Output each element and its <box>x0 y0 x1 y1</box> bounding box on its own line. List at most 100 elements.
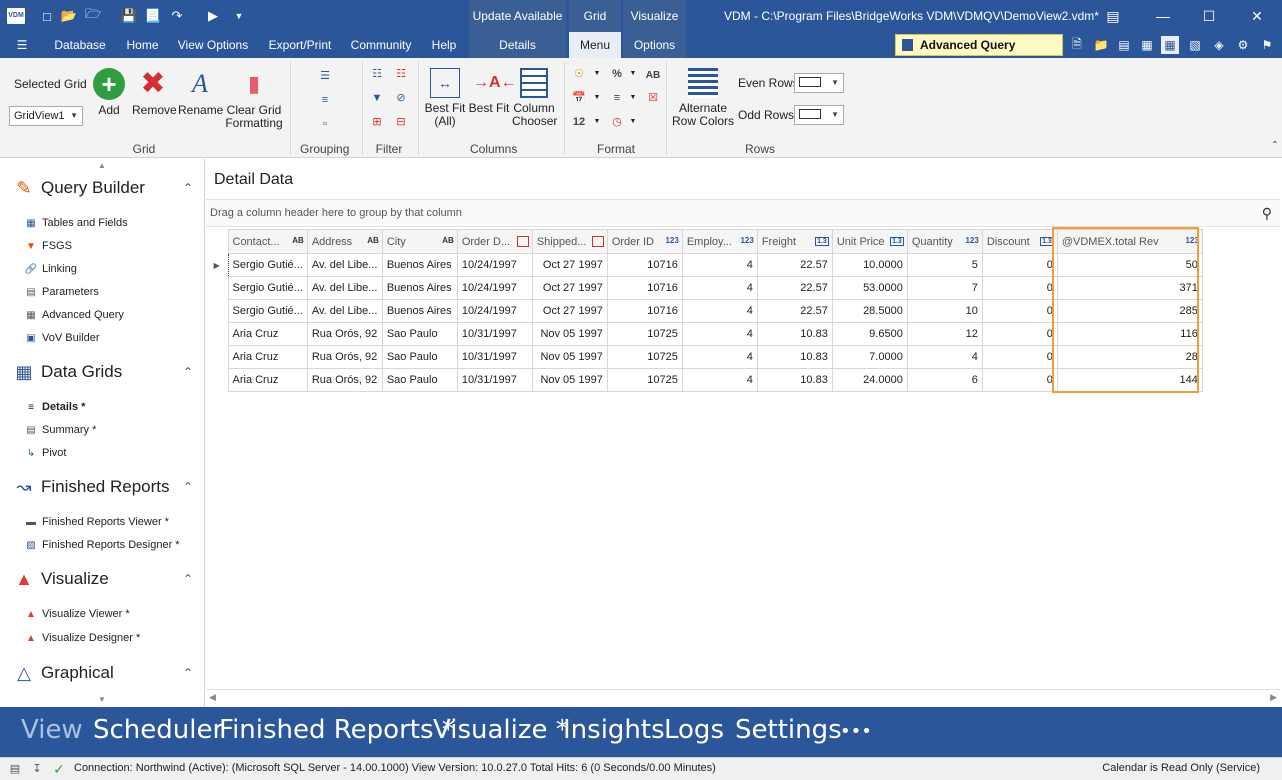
table-cell[interactable]: 28.5000 <box>831 299 908 323</box>
minimize-button[interactable]: — <box>1140 0 1186 32</box>
row-indicator[interactable] <box>206 300 228 323</box>
nav-item-advanced-query[interactable]: ▦ Advanced Query <box>24 305 124 325</box>
maximize-button[interactable]: ☐ <box>1186 0 1232 32</box>
close-button[interactable]: ✕ <box>1234 0 1280 32</box>
table-row[interactable]: Sergio Gutié... Av. del Libe... Buenos Air… <box>206 276 1203 300</box>
table-cell[interactable]: 22.57 <box>756 299 833 323</box>
nav-item-visualize-designer[interactable]: ▲ Visualize Designer * <box>24 628 140 648</box>
menu-community[interactable]: Community <box>348 32 414 58</box>
new-file-icon[interactable]: □ <box>38 7 56 25</box>
filter-icon[interactable]: ▼ <box>368 90 386 106</box>
clear-grid-formatting-button[interactable]: ▮ Clear Grid Formatting <box>224 68 284 130</box>
menu-help[interactable]: Help <box>424 32 464 58</box>
table-cell[interactable]: 10.83 <box>756 368 833 392</box>
new-doc-icon[interactable]: 🗎 <box>1068 36 1086 54</box>
table-cell[interactable]: 22.57 <box>756 276 833 300</box>
settings-gear-icon[interactable]: ⚙ <box>1234 36 1252 54</box>
table-icon[interactable]: ▧ <box>1186 36 1204 54</box>
menu-details[interactable]: Details <box>469 32 566 58</box>
scroll-right-icon[interactable]: ▶ <box>1270 692 1277 703</box>
table-cell[interactable]: 10716 <box>606 299 683 323</box>
table-cell[interactable]: Buenos Aires <box>381 276 458 300</box>
table-cell[interactable]: Sergio Gutié... <box>227 276 308 300</box>
chevron-up-icon[interactable]: ⌃ <box>181 365 195 379</box>
folder-icon[interactable]: 📁 <box>1092 36 1110 54</box>
column-header[interactable]: Order ID 123 <box>606 229 683 254</box>
table-cell[interactable]: Sergio Gutié... <box>227 299 308 323</box>
table-cell[interactable]: 10716 <box>606 253 683 277</box>
quick-access-dropdown-icon[interactable]: ▼ <box>230 7 248 25</box>
table-row[interactable]: Sergio Gutié... Av. del Libe... Buenos Air… <box>206 299 1203 323</box>
table-cell[interactable]: Nov 05 1997 <box>531 345 608 369</box>
grid-context-tab[interactable]: Grid <box>569 0 621 32</box>
table-cell[interactable]: 12 <box>906 322 983 346</box>
table-cell[interactable]: 10/24/1997 <box>456 299 533 323</box>
nav-item-pivot[interactable]: ↳ Pivot <box>24 443 67 463</box>
table-cell[interactable]: 10/31/1997 <box>456 345 533 369</box>
table-cell[interactable]: 0 <box>981 299 1058 323</box>
table-cell[interactable]: Rua Orós, 92 <box>306 368 383 392</box>
table-cell[interactable]: Aria Cruz <box>227 368 308 392</box>
chevron-up-icon[interactable]: ⌃ <box>181 666 195 680</box>
search-icon[interactable]: ⚲ <box>1262 205 1272 222</box>
nav-item-summary[interactable]: ▤ Summary * <box>24 420 96 440</box>
table-cell[interactable]: Sergio Gutié... <box>227 253 308 277</box>
update-available-tab[interactable]: Update Available <box>469 0 566 32</box>
table-cell[interactable]: 53.0000 <box>831 276 908 300</box>
table-cell[interactable]: 4 <box>681 322 758 346</box>
table-cell[interactable]: 7.0000 <box>831 345 908 369</box>
table-cell[interactable]: 10716 <box>606 276 683 300</box>
row-indicator[interactable] <box>206 323 228 346</box>
table-cell[interactable]: 10725 <box>606 322 683 346</box>
chevron-down-icon[interactable]: ▼ <box>588 90 606 106</box>
table-cell[interactable]: 10/24/1997 <box>456 276 533 300</box>
scroll-up-icon[interactable]: ▲ <box>98 161 106 170</box>
table-cell[interactable]: Nov 05 1997 <box>531 322 608 346</box>
nav-item-finished-reports-viewer[interactable]: ▬ Finished Reports Viewer * <box>24 512 169 532</box>
collapse-groups-icon[interactable]: ▫ <box>316 116 334 132</box>
table-cell[interactable]: 10.0000 <box>831 253 908 277</box>
save-as-icon[interactable]: 📃 <box>144 7 162 25</box>
column-header[interactable]: City AB <box>381 229 458 254</box>
menu-export-print[interactable]: Export/Print <box>262 32 338 58</box>
table-cell[interactable]: 9.6500 <box>831 322 908 346</box>
nav-section-graphical[interactable]: △ Graphical ⌃ <box>12 660 195 686</box>
tab-more[interactable]: ••• <box>840 721 872 742</box>
table-cell[interactable]: 4 <box>681 345 758 369</box>
table-cell[interactable]: 5 <box>906 253 983 277</box>
column-chooser-button[interactable]: Column Chooser <box>512 68 557 128</box>
clear-format-icon[interactable]: ☒ <box>644 90 662 106</box>
collapse-ribbon-icon[interactable]: ⌃ <box>1266 138 1282 154</box>
nav-section-finished-reports[interactable]: ↝ Finished Reports ⌃ <box>12 474 195 500</box>
nav-item-tables-and-fields[interactable]: ▦ Tables and Fields <box>24 213 127 233</box>
chevron-up-icon[interactable]: ⌃ <box>181 480 195 494</box>
clear-filter-icon[interactable]: ⊘ <box>392 90 410 106</box>
table-row[interactable]: Aria Cruz Rua Orós, 92 Sao Paulo 10/31/1997… <box>206 345 1203 369</box>
table-cell[interactable]: 0 <box>981 276 1058 300</box>
filter-clear-view-icon[interactable]: ☷ <box>392 66 410 82</box>
table-cell[interactable]: 4 <box>681 299 758 323</box>
advanced-query-badge[interactable]: Advanced Query Enabled <box>895 34 1063 72</box>
save-icon[interactable]: 💾 <box>120 7 138 25</box>
even-rows-color-dropdown[interactable]: ▼ <box>794 73 844 93</box>
scroll-left-icon[interactable]: ◀ <box>209 692 216 703</box>
tab-insights[interactable]: Insights <box>563 715 665 745</box>
table-cell[interactable]: 0 <box>981 253 1058 277</box>
odd-rows-color-dropdown[interactable]: ▼ <box>794 105 844 125</box>
row-indicator[interactable]: ▶ <box>206 254 228 277</box>
selected-grid-dropdown[interactable]: GridView1 ▼ <box>9 106 83 126</box>
nav-item-finished-reports-designer[interactable]: ▨ Finished Reports Designer * <box>24 535 179 555</box>
number-format-button[interactable]: 12 <box>570 114 588 130</box>
horizontal-scrollbar[interactable]: ◀ ▶ <box>206 689 1280 705</box>
add-grid-button[interactable]: + Add <box>90 68 128 117</box>
detail-grid-icon[interactable]: ▦ <box>1161 36 1179 54</box>
table-cell[interactable]: Rua Orós, 92 <box>306 345 383 369</box>
table-cell[interactable]: 50 <box>1056 253 1203 277</box>
table-row[interactable]: ▶ Sergio Gutié... Av. del Libe... Buenos Ai… <box>206 253 1203 277</box>
table-cell[interactable]: 10 <box>906 299 983 323</box>
open-recent-icon[interactable]: 🗁 <box>84 6 102 25</box>
chevron-down-icon[interactable]: ▼ <box>588 114 606 130</box>
table-cell[interactable]: Aria Cruz <box>227 345 308 369</box>
chevron-down-icon[interactable]: ▼ <box>588 66 606 82</box>
table-cell[interactable]: 4 <box>681 368 758 392</box>
